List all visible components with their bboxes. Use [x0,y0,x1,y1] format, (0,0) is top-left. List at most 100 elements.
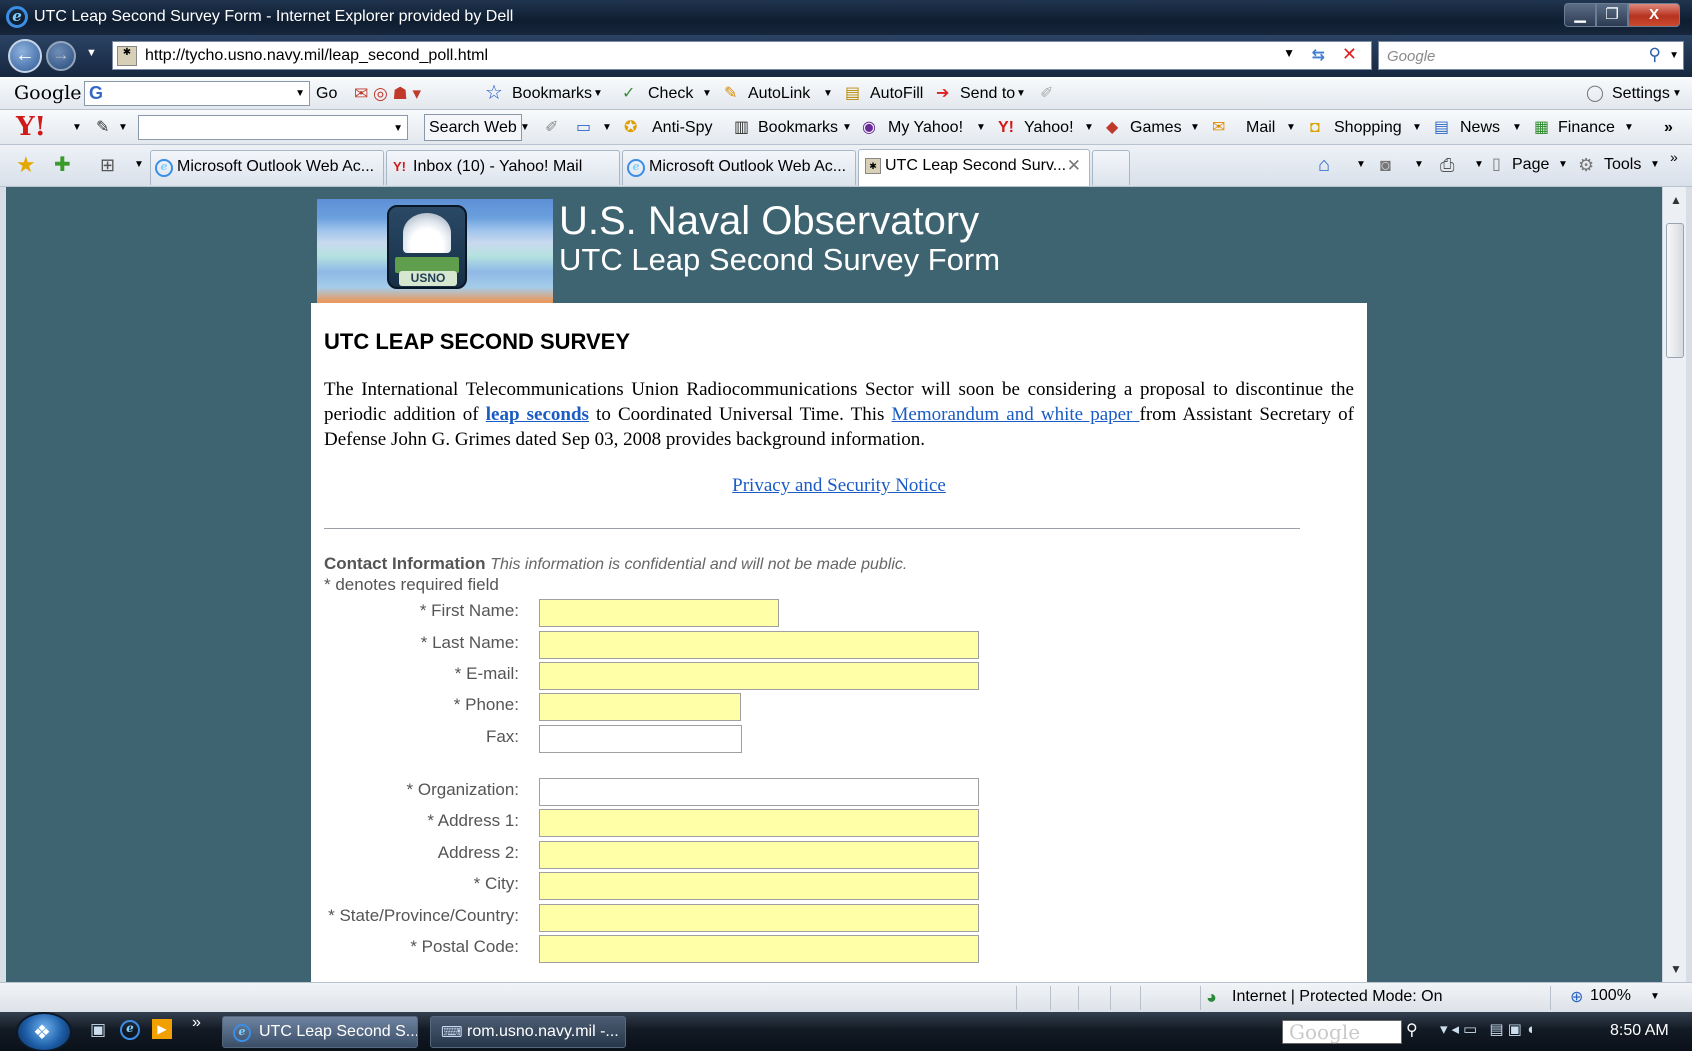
organization-field[interactable] [539,778,979,806]
google-search-input[interactable]: G ▼ [84,81,310,106]
close-tab-icon[interactable]: ✕ [1067,150,1081,182]
google-bookmarks-button[interactable]: Bookmarks [512,77,592,110]
shopping-dropdown-icon[interactable]: ▼ [1412,110,1422,145]
antispy-button[interactable]: Anti-Spy [652,110,712,145]
myyahoo-dropdown-icon[interactable]: ▼ [976,110,986,145]
taskbar-google-search[interactable]: Google [1282,1020,1402,1044]
window-title-bar[interactable]: e UTC Leap Second Survey Form - Internet… [0,0,1692,35]
phone-field[interactable] [539,693,741,721]
tab-yahoo-mail[interactable]: Y! Inbox (10) - Yahoo! Mail [386,150,620,185]
yahoo-pen-icon[interactable]: ✎ [96,110,109,145]
search-web-button[interactable]: Search Web [424,114,522,141]
games-dropdown-icon[interactable]: ▼ [1190,110,1200,145]
yahoo-dropdown-icon[interactable]: ▼ [1084,110,1094,145]
finance-dropdown-icon[interactable]: ▼ [1624,110,1634,145]
search-web-dropdown-icon[interactable]: ▼ [520,110,530,145]
google-input-dropdown-icon[interactable]: ▼ [295,77,305,110]
close-button[interactable]: X [1628,3,1680,27]
news-dropdown-icon[interactable]: ▼ [1512,110,1522,145]
tray-icons[interactable]: ▾◂▭ ▤▣◖ [1440,1020,1539,1038]
page-menu-button[interactable]: Page [1512,145,1549,185]
forward-icon[interactable]: → [46,41,76,71]
system-clock[interactable]: 8:50 AM [1610,1022,1669,1040]
print-dropdown-icon[interactable]: ▼ [1474,145,1484,185]
tab-list-dropdown-icon[interactable]: ▼ [134,145,144,185]
finance-button[interactable]: Finance [1558,110,1615,145]
address2-field[interactable] [539,841,979,869]
postal-code-field[interactable] [539,935,979,963]
new-tab-button[interactable] [1092,150,1130,185]
yahoo-menu-dropdown-icon[interactable]: ▼ [72,110,82,145]
security-zone-text[interactable]: Internet | Protected Mode: On [1232,988,1443,1006]
yahoo-pen-dropdown-icon[interactable]: ▼ [118,110,128,145]
home-icon[interactable]: ⌂ [1318,145,1330,185]
last-name-field[interactable] [539,631,979,659]
yahoo-search-input[interactable]: ▼ [138,115,408,140]
mail-dropdown-icon[interactable]: ▼ [1286,110,1296,145]
address-dropdown-icon[interactable]: ▼ [1283,46,1295,60]
google-go-button[interactable]: Go [316,77,337,110]
maximize-icon[interactable]: ❐ [1596,3,1628,27]
yahoo-logo[interactable]: Y! [16,110,46,145]
google-settings-button[interactable]: Settings [1612,77,1670,110]
check-dropdown-icon[interactable]: ▼ [702,77,712,110]
games-button[interactable]: Games [1130,110,1182,145]
address-bar[interactable]: ✱ http://tycho.usno.navy.mil/leap_second… [112,41,1372,70]
yahoo-bookmarks-dropdown-icon[interactable]: ▼ [842,110,852,145]
quicklaunch-ie-icon[interactable]: e [120,1020,140,1040]
quicklaunch-media-icon[interactable]: ▶ [152,1019,172,1039]
tab-utc-survey[interactable]: ✱ UTC Leap Second Surv... ✕ [858,149,1090,186]
highlight-pen-icon[interactable]: ✐ [545,110,558,145]
feeds-icon[interactable]: ◙ [1380,145,1391,185]
stop-icon[interactable]: ✕ [1342,44,1357,65]
first-name-field[interactable] [539,599,779,627]
google-extra-icons[interactable]: ✉ ◎ ☗ ▾ [354,77,421,110]
add-favorites-icon[interactable]: ✚ [54,145,71,185]
bookmarks-dropdown-icon[interactable]: ▼ [593,77,603,110]
yahoo-button[interactable]: Yahoo! [1024,110,1074,145]
scroll-down-icon[interactable]: ▼ [1670,962,1682,976]
city-field[interactable] [539,872,979,900]
search-options-icon[interactable]: ▼ [1669,50,1679,61]
print-icon[interactable]: ⎙ [1440,145,1454,185]
email-field[interactable] [539,662,979,690]
zoom-level[interactable]: 100% [1590,987,1631,1005]
start-button[interactable]: ❖ [16,1012,72,1051]
sendto-dropdown-icon[interactable]: ▼ [1016,77,1026,110]
privacy-notice-link[interactable]: Privacy and Security Notice [732,475,946,496]
mail-button[interactable]: Mail [1246,110,1275,145]
quick-tabs-icon[interactable]: ⊞ [100,145,115,185]
refresh-icon[interactable]: ⇆ [1312,45,1325,65]
autofill-button[interactable]: AutoFill [870,77,923,110]
state-field[interactable] [539,904,979,932]
scrollbar-thumb[interactable] [1666,223,1684,358]
shopping-button[interactable]: Shopping [1334,110,1402,145]
autolink-button[interactable]: AutoLink [748,77,810,110]
myyahoo-button[interactable]: My Yahoo! [888,110,963,145]
feeds-dropdown-icon[interactable]: ▼ [1414,145,1424,185]
popup-blocker-dropdown-icon[interactable]: ▼ [602,110,612,145]
address1-field[interactable] [539,809,979,837]
taskbar-search-icon[interactable]: ⚲ [1406,1020,1418,1040]
url-text[interactable]: http://tycho.usno.navy.mil/leap_second_p… [145,47,488,65]
zoom-dropdown-icon[interactable]: ▼ [1650,991,1660,1002]
pencil-icon[interactable]: ✐ [1040,77,1053,110]
quicklaunch-overflow[interactable]: » [192,1014,201,1032]
tools-menu-button[interactable]: Tools [1604,145,1641,185]
taskbar-item-remote[interactable]: ⌨ rom.usno.navy.mil -... [430,1016,626,1048]
tab-outlook-1[interactable]: e Microsoft Outlook Web Ac... [150,150,384,185]
vertical-scrollbar[interactable]: ▲ ▼ [1662,187,1686,982]
favorites-star-icon[interactable]: ★ [16,145,36,185]
page-dropdown-icon[interactable]: ▼ [1558,145,1568,185]
yahoo-input-dropdown-icon[interactable]: ▼ [393,111,403,146]
settings-dropdown-icon[interactable]: ▼ [1672,77,1682,110]
bookmarks-star-icon[interactable]: ☆ [485,77,503,110]
scroll-up-icon[interactable]: ▲ [1670,193,1682,207]
autolink-dropdown-icon[interactable]: ▼ [823,77,833,110]
check-button[interactable]: Check [648,77,693,110]
home-dropdown-icon[interactable]: ▼ [1356,145,1366,185]
news-button[interactable]: News [1460,110,1500,145]
commandbar-overflow-chevron[interactable]: » [1670,137,1678,177]
sendto-button[interactable]: Send to [960,77,1015,110]
tools-dropdown-icon[interactable]: ▼ [1650,145,1660,185]
